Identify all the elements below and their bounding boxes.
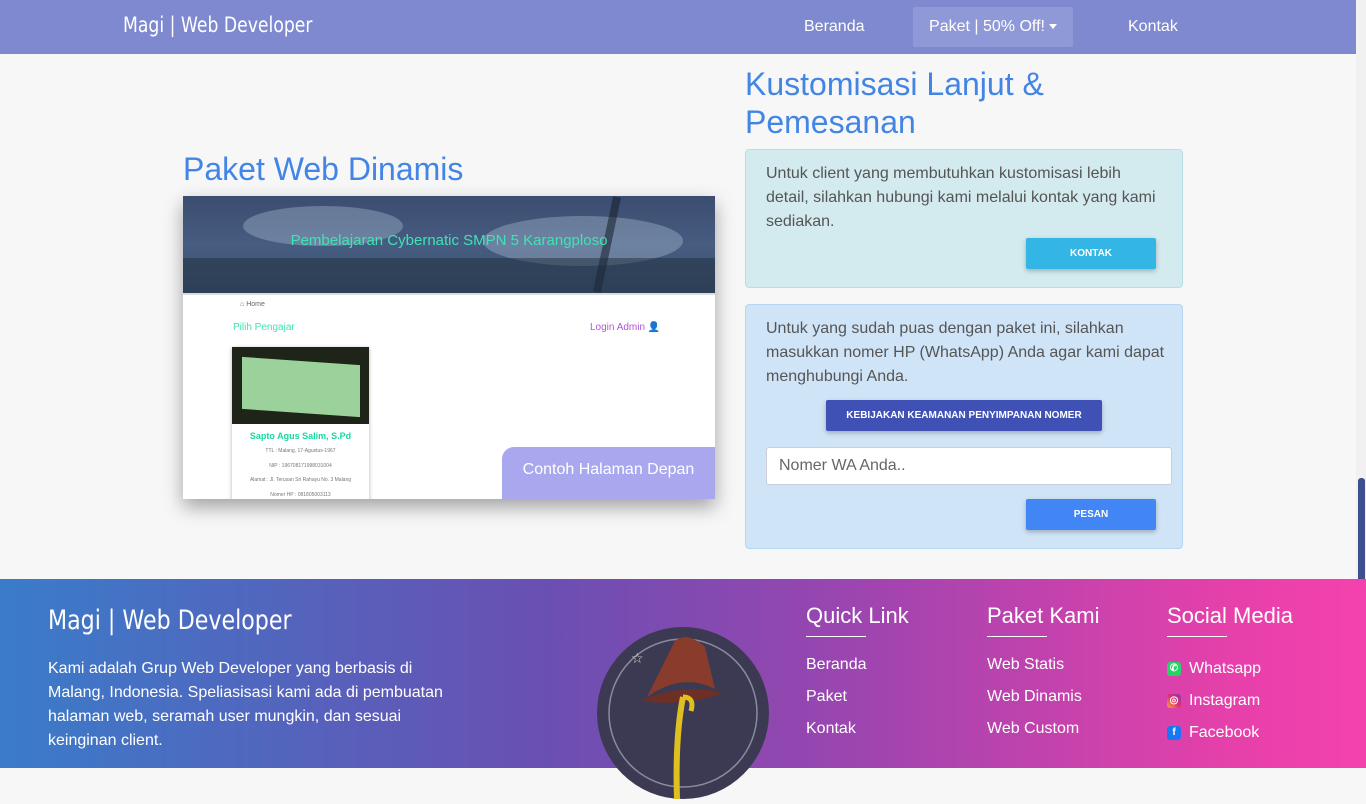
- social-link-instagram[interactable]: Instagram: [1189, 691, 1260, 711]
- quick-link-title: Quick Link: [806, 603, 909, 628]
- preview-hero-image: Pembelajaran Cybernatic SMPN 5 Karangplo…: [183, 196, 715, 293]
- preview-choose-teacher: Pilih Pengajar: [233, 322, 295, 333]
- preview-login-label: Login Admin: [590, 322, 646, 333]
- footer-brand: Magi | Web Developer: [48, 605, 292, 636]
- order-button[interactable]: PESAN: [1026, 499, 1156, 530]
- website-preview: Pembelajaran Cybernatic SMPN 5 Karangplo…: [183, 196, 715, 499]
- nav-dropdown-paket[interactable]: Paket | 50% Off!: [913, 7, 1073, 47]
- preview-login-admin: Login Admin 👤: [590, 322, 660, 333]
- teacher-card: Sapto Agus Salim, S.Pd TTL : Malang, 17-…: [232, 347, 369, 499]
- tree-line: [183, 258, 715, 293]
- svg-text:☆: ☆: [631, 651, 644, 667]
- teacher-address: Alamat : Jl. Terusan Sri Rahayu No. 3 Ma…: [249, 477, 352, 483]
- social-title: Social Media: [1167, 603, 1293, 628]
- teacher-phone: Nomer HP : 081805003113: [270, 492, 331, 498]
- package-title: Paket Web Dinamis: [183, 151, 464, 187]
- preview-divider: [183, 293, 715, 295]
- whatsapp-number-input[interactable]: [766, 447, 1172, 485]
- contact-info-box: Untuk client yang membutuhkan kustomisas…: [745, 149, 1183, 288]
- preview-hero-title: Pembelajaran Cybernatic SMPN 5 Karangplo…: [290, 232, 608, 249]
- caret-down-icon: [1048, 24, 1057, 30]
- footer-link-web-statis[interactable]: Web Statis: [987, 655, 1064, 675]
- teacher-photo: [232, 347, 369, 424]
- footer-link-web-dinamis[interactable]: Web Dinamis: [987, 687, 1082, 707]
- customization-title: Kustomisasi Lanjut & Pemesanan: [745, 66, 1044, 140]
- sample-homepage-button[interactable]: Contoh Halaman Depan: [502, 447, 715, 499]
- whatsapp-icon: ✆: [1167, 662, 1181, 676]
- preview-breadcrumb: ⌂ Home: [240, 301, 265, 308]
- packages-title: Paket Kami: [987, 603, 1100, 628]
- footer-link-paket[interactable]: Paket: [806, 687, 847, 707]
- teacher-ttl: TTL : Malang, 17-Agustus-1967: [265, 448, 336, 454]
- privacy-policy-button[interactable]: KEBIJAKAN KEAMANAN PENYIMPANAN NOMER: [826, 400, 1102, 431]
- nav-dropdown-label: Paket | 50% Off!: [929, 18, 1045, 35]
- social-link-whatsapp[interactable]: Whatsapp: [1189, 659, 1261, 679]
- navbar-brand[interactable]: Magi | Web Developer: [123, 13, 312, 37]
- wizard-hat-icon: ☆: [608, 637, 758, 800]
- social-underline: [1167, 636, 1227, 637]
- wizard-logo: ☆: [597, 627, 769, 800]
- order-box: Untuk yang sudah puas dengan paket ini, …: [745, 304, 1183, 549]
- instagram-icon: ◎: [1167, 694, 1181, 708]
- footer: Magi | Web Developer Kami adalah Grup We…: [0, 579, 1366, 800]
- footer-link-beranda[interactable]: Beranda: [806, 655, 867, 675]
- footer-link-web-custom[interactable]: Web Custom: [987, 719, 1079, 739]
- quick-link-underline: [806, 636, 866, 637]
- user-cog-icon: 👤: [647, 322, 661, 333]
- nav-link-kontak[interactable]: Kontak: [1128, 0, 1178, 54]
- social-link-facebook[interactable]: Facebook: [1189, 723, 1259, 743]
- preview-breadcrumb-label: Home: [246, 301, 265, 308]
- contact-info-text: Untuk client yang membutuhkan kustomisas…: [766, 165, 1156, 230]
- contact-button[interactable]: KONTAK: [1026, 238, 1156, 269]
- nav-link-beranda[interactable]: Beranda: [804, 0, 865, 54]
- photo-screen: [242, 356, 360, 418]
- footer-description: Kami adalah Grup Web Developer yang berb…: [48, 660, 443, 749]
- home-icon: ⌂: [240, 301, 245, 308]
- footer-link-kontak[interactable]: Kontak: [806, 719, 856, 739]
- teacher-name: Sapto Agus Salim, S.Pd: [249, 431, 352, 441]
- teacher-nip: NIP : 196708171998031004: [269, 463, 332, 469]
- facebook-icon: f: [1167, 726, 1181, 740]
- order-info-text: Untuk yang sudah puas dengan paket ini, …: [766, 320, 1165, 385]
- packages-underline: [987, 636, 1047, 637]
- navbar: Magi | Web Developer Beranda Paket | 50%…: [0, 0, 1356, 54]
